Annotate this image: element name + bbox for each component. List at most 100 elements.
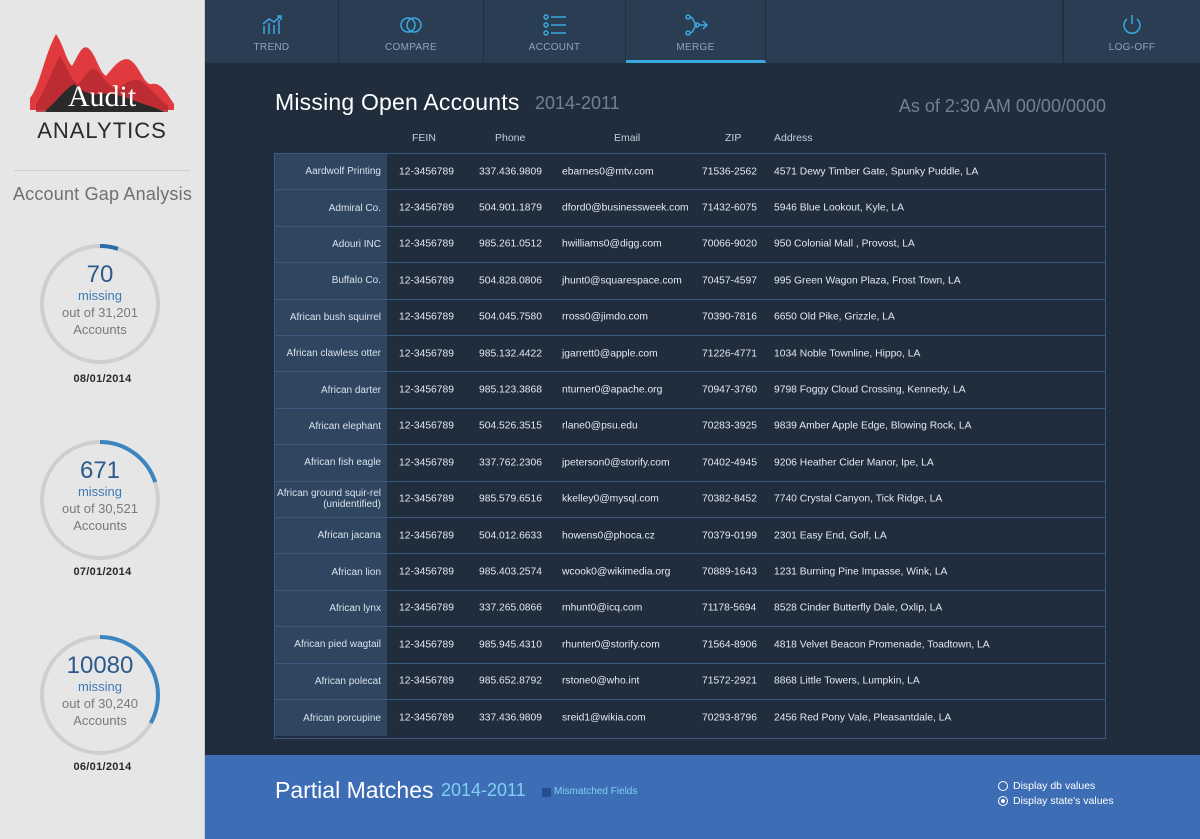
main-panel: Missing Open Accounts 2014-2011 As of 2:… [205,63,1200,755]
fein-cell: 12-3456789 [399,675,454,687]
gauge-missing-label: missing [77,484,123,499]
email-cell: nturner0@apache.org [562,384,663,396]
fein-cell: 12-3456789 [399,566,454,578]
table-row[interactable]: African fish eagle 12-3456789 337.762.2306… [275,445,1105,482]
radio-db-values[interactable] [998,781,1008,791]
svg-text:ANALYTICS: ANALYTICS [37,118,167,143]
table-row[interactable]: African bush squirrel 12-3456789 504.045.7… [275,299,1105,336]
gauge-1[interactable]: 70 missing out of 31,201 Accounts [38,242,162,366]
table-row[interactable]: Admiral Co. 12-3456789 504.901.1879 dford0@… [275,190,1105,227]
table-row[interactable]: African darter 12-3456789 985.123.3868 ntur… [275,372,1105,409]
phone-cell: 985.945.4310 [479,639,542,651]
fein-cell: 12-3456789 [399,238,454,250]
address-cell: 2301 Easy End, Golf, LA [774,530,887,542]
column-header-phone[interactable]: Phone [495,132,525,144]
address-cell: 8528 Cinder Butterfly Dale, Oxlip, LA [774,602,943,614]
table-row[interactable]: African clawless otter 12-3456789 985.132.… [275,336,1105,373]
account-name-cell: African elephant [275,408,387,445]
table-row[interactable]: African jacana 12-3456789 504.012.6633 howe… [275,518,1105,555]
logo-mark: Audit ANALYTICS [30,34,174,143]
account-name-cell: Aardwolf Printing [275,154,387,190]
nav-trend[interactable]: TREND [205,0,339,63]
fein-cell: 12-3456789 [399,493,454,505]
as-of-timestamp: As of 2:30 AM 00/00/0000 [898,96,1106,116]
email-cell: jpeterson0@storify.com [562,457,670,469]
fein-cell: 12-3456789 [399,530,454,542]
email-cell: rlane0@psu.edu [562,420,638,432]
fein-cell: 12-3456789 [399,384,454,396]
power-icon [1123,15,1141,34]
email-cell: jgarrett0@apple.com [562,348,658,360]
trend-icon [262,15,282,34]
option-state-values[interactable]: Display state's values [998,795,1114,807]
phone-cell: 985.579.6516 [479,493,542,505]
column-header-address[interactable]: Address [774,132,813,144]
address-cell: 6650 Old Pike, Grizzle, LA [774,311,895,323]
table-row[interactable]: Adouri INC 12-3456789 985.261.0512 hwilliam… [275,226,1105,264]
table-row[interactable]: African elephant 12-3456789 504.526.3515 rl… [275,408,1105,446]
sidebar-title: Account Gap Analysis [12,184,193,204]
phone-cell: 504.012.6633 [479,530,542,542]
audit-analytics-logo[interactable]: Audit ANALYTICS [22,26,182,146]
zip-cell: 71178-5694 [702,602,757,614]
gauge-accounts-label: Accounts [73,322,127,337]
address-cell: 9206 Heather Cider Manor, Ipe, LA [774,457,934,469]
column-header-email[interactable]: Email [614,132,640,144]
gauge-accounts-label: Accounts [73,713,127,728]
gauge-out-of: out of 30,240 [62,696,138,711]
email-cell: rhunter0@storify.com [562,639,660,651]
fein-cell: 12-3456789 [399,420,454,432]
address-cell: 9798 Foggy Cloud Crossing, Kennedy, LA [774,384,966,396]
phone-cell: 337.436.9809 [479,712,542,724]
email-cell: rstone0@who.int [562,675,640,687]
gauge-out-of: out of 31,201 [62,305,138,320]
email-cell: rross0@jimdo.com [562,311,648,323]
nav-account[interactable]: ACCOUNT [484,0,626,63]
column-header-zip[interactable]: ZIP [725,132,741,144]
table-row[interactable]: African lynx 12-3456789 337.265.0866 mhunt0… [275,590,1105,628]
nav-compare[interactable]: COMPARE [339,0,484,63]
gauge-3[interactable]: 10080 missing out of 30,240 Accounts [38,633,162,757]
option-db-values[interactable]: Display db values [998,780,1095,792]
table-row[interactable]: African ground squir-rel (unidentified) 1… [275,481,1105,518]
sidebar: Audit ANALYTICS Account Gap Analysis 70 … [0,0,205,839]
zip-cell: 70382-8452 [702,493,757,505]
address-cell: 5946 Blue Lookout, Kyle, LA [774,202,904,214]
account-name-cell: African clawless otter [275,336,387,372]
option-db-label: Display db values [1013,780,1096,792]
zip-cell: 70947-3760 [702,384,757,396]
zip-cell: 71572-2921 [702,675,757,687]
zip-cell: 70889-1643 [702,566,757,578]
svg-text:Audit: Audit [68,80,137,113]
radio-state-values[interactable] [998,796,1008,806]
gauge-missing-label: missing [77,679,123,694]
page-title: Missing Open Accounts [275,89,520,115]
account-name-cell: African darter [275,372,387,408]
list-icon [542,14,566,36]
table-row[interactable]: African lion 12-3456789 985.403.2574 wcook0… [275,554,1105,591]
gauge-missing-label: missing [77,288,123,303]
table-row[interactable]: African polecat 12-3456789 985.652.8792 rst… [275,663,1105,700]
table-row[interactable]: African pied wagtail 12-3456789 985.945.43… [275,627,1105,664]
nav-merge-label: MERGE [676,42,715,53]
table-row[interactable]: Buffalo Co. 12-3456789 504.828.0806 jhunt0@… [275,263,1105,300]
zip-cell: 70457-4597 [702,275,757,287]
account-name-cell: African porcupine [275,700,387,737]
email-cell: hwilliams0@digg.com [562,238,662,250]
email-cell: sreid1@wikia.com [562,712,646,724]
partial-matches-bar: Partial Matches 2014-2011 Mismatched Fie… [205,755,1200,839]
gauge-2[interactable]: 671 missing out of 30,521 Accounts [38,438,162,562]
account-name-cell: African lion [275,554,387,590]
nav-merge[interactable]: MERGE [626,0,766,63]
column-header-fein[interactable]: FEIN [412,132,436,144]
nav-logoff[interactable]: LOG-OFF [1063,0,1200,63]
table-row[interactable]: Aardwolf Printing 12-3456789 337.436.9809 e… [275,154,1105,191]
zip-cell: 70390-7816 [702,311,757,323]
zip-cell: 71564-8906 [702,639,757,651]
table-row[interactable]: African porcupine 12-3456789 337.436.9809 s… [275,700,1105,737]
fein-cell: 12-3456789 [399,311,454,323]
account-name-cell: African ground squir-rel (unidentified) [275,481,387,517]
account-name-cell: African pied wagtail [275,627,387,663]
address-cell: 4571 Dewy Timber Gate, Spunky Puddle, LA [774,166,979,178]
fein-cell: 12-3456789 [399,275,454,287]
